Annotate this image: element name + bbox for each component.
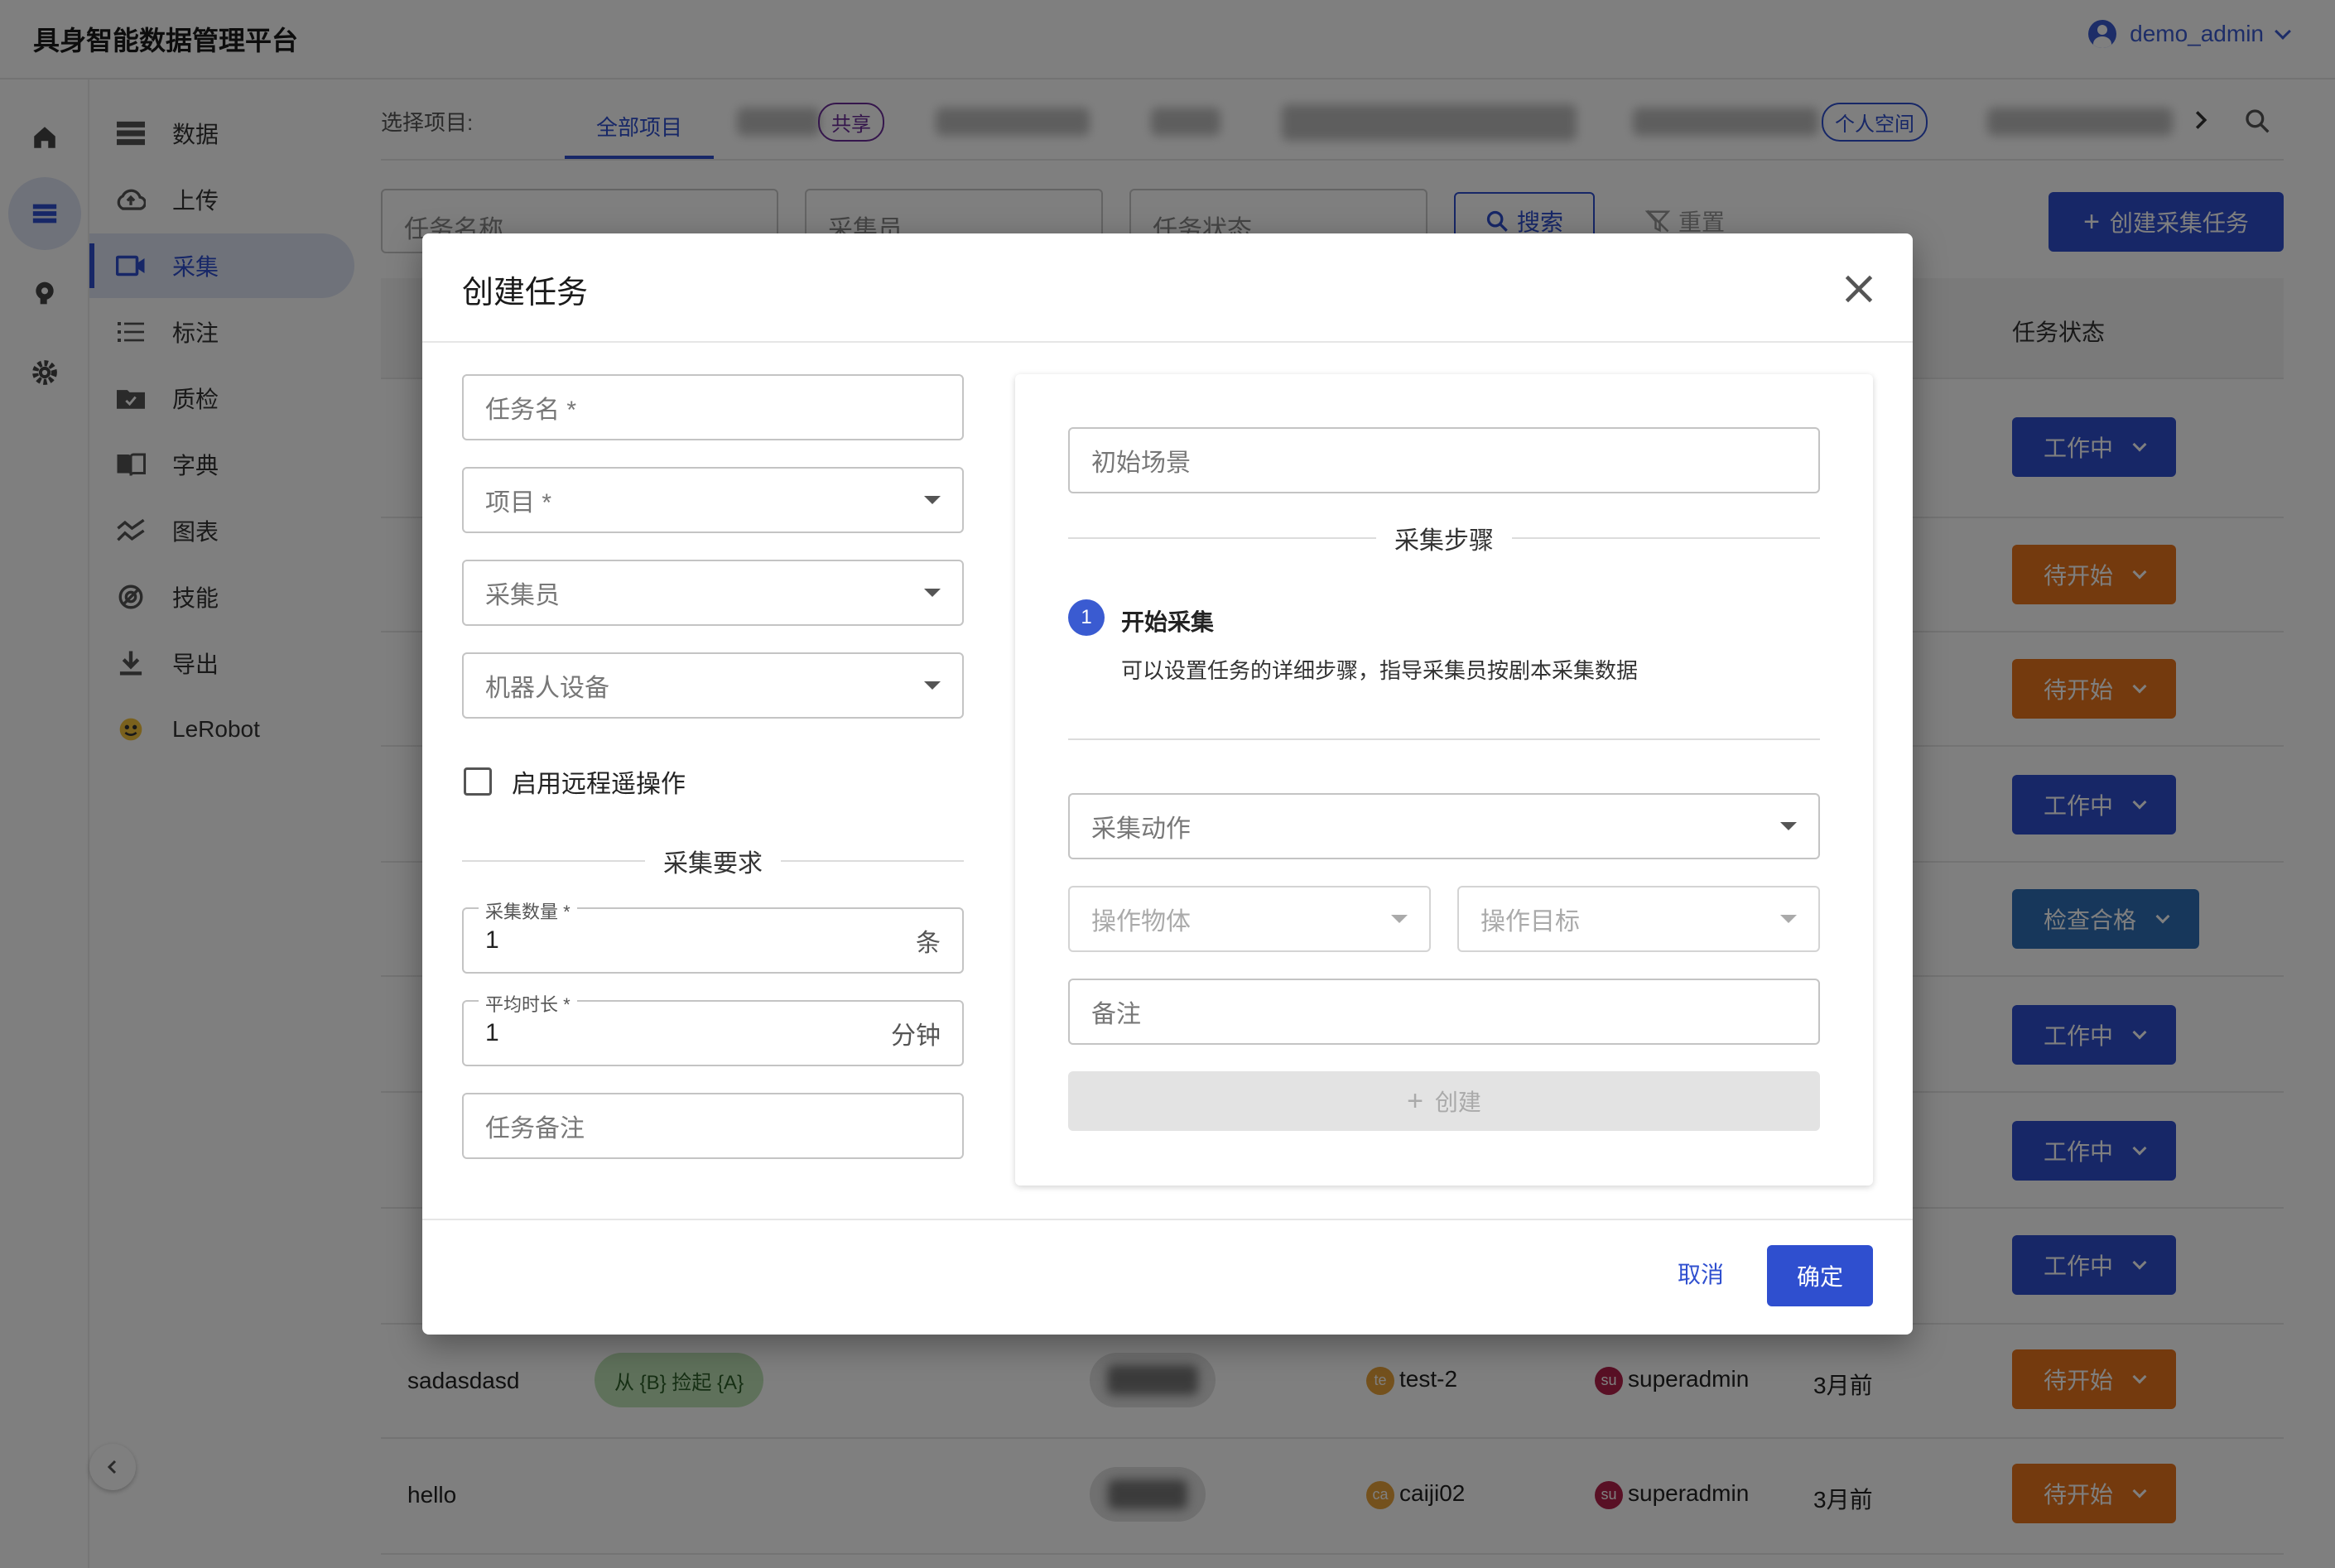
divider-line [1068,537,1376,539]
initial-scene-label: 初始场景 [1091,450,1191,477]
step-description: 可以设置任务的详细步骤，指导采集员按剧本采集数据 [1121,658,1639,683]
create-step-button[interactable]: + 创建 [1068,1071,1820,1131]
average-duration-unit: 分钟 [891,1022,941,1050]
operation-target-select[interactable]: 操作目标 [1457,886,1820,952]
plus-icon: + [1407,1085,1423,1117]
remark-input[interactable]: 备注 [1068,979,1820,1045]
robot-device-label: 机器人设备 [485,675,609,702]
average-duration-input[interactable]: 平均时长 * 1 分钟 [462,990,964,1066]
collector-select[interactable]: 采集员 [462,560,964,626]
average-duration-value: 1 [485,1019,499,1046]
robot-device-select[interactable]: 机器人设备 [462,652,964,719]
dropdown-arrow-icon [1391,915,1408,923]
dropdown-arrow-icon [1780,915,1797,923]
step-divider [1068,738,1820,740]
collector-label: 采集员 [485,582,560,609]
collect-count-label: 采集数量 * [479,897,577,924]
divider-line [1512,537,1820,539]
collect-count-input[interactable]: 采集数量 * 1 条 [462,897,964,974]
cancel-button[interactable]: 取消 [1678,1257,1724,1290]
dialog-header-divider [422,341,1913,343]
average-duration-label: 平均时长 * [479,990,577,1017]
collect-count-unit: 条 [916,930,941,957]
steps-card: 初始场景 采集步骤 1 开始采集 可以设置任务的详细步骤，指导采集员按剧本采集数… [1015,374,1873,1186]
confirm-button[interactable]: 确定 [1767,1245,1873,1306]
task-name-input[interactable]: 任务名 * [462,374,964,440]
dropdown-arrow-icon [1780,822,1797,830]
operation-object-label: 操作物体 [1091,908,1191,936]
dialog-footer-divider [422,1219,1913,1220]
dropdown-arrow-icon [924,589,941,597]
collect-action-select[interactable]: 采集动作 [1068,793,1820,859]
task-note-input[interactable]: 任务备注 [462,1093,964,1159]
remark-label: 备注 [1091,1001,1141,1028]
dropdown-arrow-icon [924,681,941,690]
remote-teleop-label: 启用远程遥操作 [512,771,686,798]
confirm-label: 确定 [1796,1264,1843,1290]
project-select[interactable]: 项目 * [462,467,964,533]
operation-target-label: 操作目标 [1480,908,1580,936]
task-name-label: 任务名 * [485,397,577,424]
divider-line [781,860,964,862]
remote-teleop-option[interactable]: 启用远程遥操作 [464,763,686,800]
operation-object-select[interactable]: 操作物体 [1068,886,1431,952]
project-label: 项目 * [485,489,552,517]
steps-title: 采集步骤 [1394,527,1494,555]
create-task-dialog: 创建任务 任务名 * 项目 * 采集员 机器人设备 启用远程遥操作 采集要求 采… [422,233,1913,1335]
create-step-label: 创建 [1434,1089,1481,1115]
collect-count-value: 1 [485,926,499,954]
collect-action-label: 采集动作 [1091,815,1191,843]
requirements-title: 采集要求 [663,850,763,878]
initial-scene-input[interactable]: 初始场景 [1068,427,1820,493]
dialog-title: 创建任务 [462,276,589,310]
dropdown-arrow-icon [924,496,941,504]
divider-line [462,860,645,862]
step-title: 开始采集 [1121,609,1215,635]
task-note-label: 任务备注 [485,1115,585,1142]
close-icon[interactable] [1838,268,1880,310]
requirements-divider: 采集要求 [462,843,964,879]
steps-divider: 采集步骤 [1068,520,1820,556]
step-number-badge: 1 [1068,599,1105,636]
remote-teleop-checkbox[interactable] [464,767,492,796]
